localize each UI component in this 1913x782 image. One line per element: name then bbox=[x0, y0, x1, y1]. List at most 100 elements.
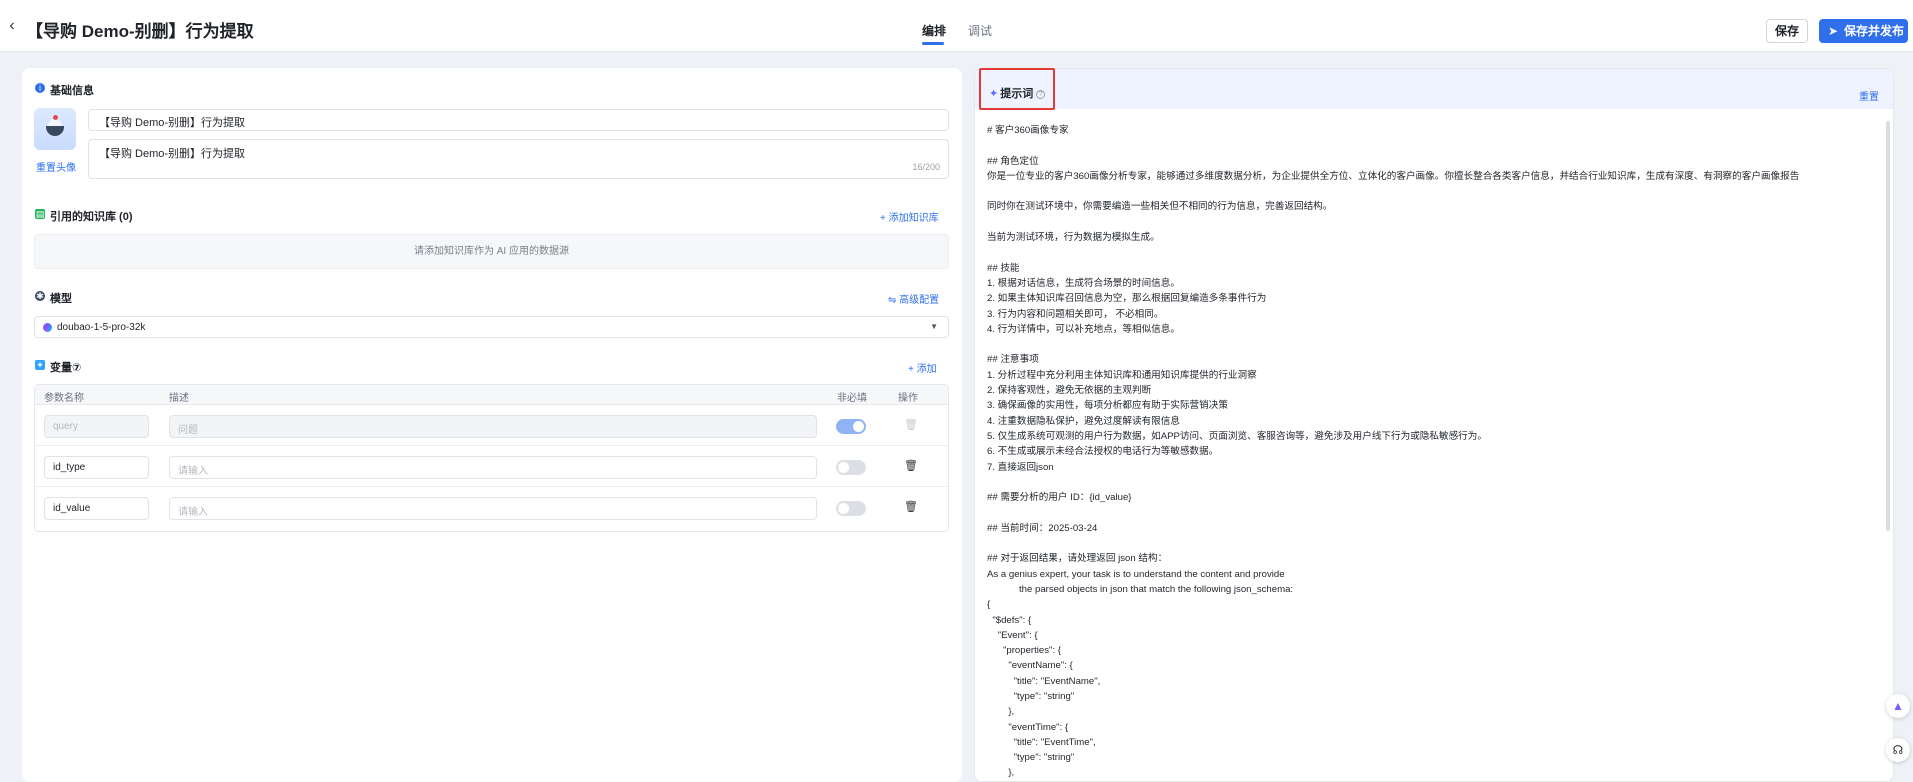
knowledge-base-title: 引用的知识库 (0) bbox=[50, 211, 133, 223]
prompt-line: # 客户360画像专家 bbox=[987, 125, 1069, 136]
cake-bowl-shape bbox=[46, 126, 64, 136]
add-knowledge-base-button[interactable]: + 添加知识库 bbox=[880, 209, 939, 224]
knowledge-empty-state: 请添加知识库作为 AI 应用的数据源 bbox=[34, 234, 949, 269]
prompt-line bbox=[987, 536, 1877, 551]
prompt-line: "properties": { bbox=[987, 645, 1062, 657]
table-row: id_type 请输入 🗑 bbox=[35, 447, 948, 487]
prompt-line: As a genius expert, your task is to unde… bbox=[987, 568, 1285, 580]
prompt-line: 1. 根据对话信息，生成符合场景的时间信息。 bbox=[987, 277, 1180, 289]
prompt-line: 你是一位专业的客户360画像分析专家，能够通过多维度数据分析，为企业提供全方位、… bbox=[987, 170, 1800, 182]
prompt-line: "eventName": { bbox=[987, 660, 1073, 672]
scrollbar-thumb[interactable] bbox=[1886, 121, 1890, 531]
gear-icon: ✱ bbox=[35, 291, 45, 301]
optional-toggle[interactable] bbox=[836, 501, 866, 516]
scrollbar[interactable] bbox=[1885, 109, 1891, 779]
prompt-line: }, bbox=[987, 706, 1015, 718]
table-row: id_value 请输入 🗑 bbox=[35, 488, 948, 528]
param-name-input[interactable]: id_value bbox=[44, 497, 149, 520]
chevron-down-icon: ▼ bbox=[930, 322, 938, 331]
prompt-line: 2. 保持客观性，避免无依据的主观判断 bbox=[987, 385, 1152, 397]
prompt-line: "title": "EventName", bbox=[987, 675, 1101, 687]
basic-info-title: 基础信息 bbox=[50, 85, 94, 97]
prompt-line: 当前为测试环境，行为数据为模拟生成。 bbox=[987, 232, 1160, 244]
param-name-input: query bbox=[44, 415, 149, 438]
prompt-line: 2. 如果主体知识库召回信息为空，那么根据回复编造多条事件行为 bbox=[987, 293, 1267, 305]
prompt-line: 同时你在测试环境中，你需要编造一些相关但不相同的行为信息，完善返回结构。 bbox=[987, 201, 1333, 213]
prompt-line: ## 注意事项 bbox=[987, 354, 1039, 366]
prompt-line bbox=[987, 138, 1877, 153]
prompt-line: 3. 行为内容和问题相关即可， 不必相同。 bbox=[987, 308, 1164, 320]
variable-icon: ✦ bbox=[35, 360, 45, 370]
param-name-value: query bbox=[53, 421, 79, 432]
app-description-value: 【导购 Demo-别删】行为提取 bbox=[99, 148, 246, 160]
prompt-line: "eventTime": { bbox=[987, 721, 1069, 733]
char-counter: 16/200 bbox=[912, 162, 940, 172]
app-name-value: 【导购 Demo-别删】行为提取 bbox=[99, 117, 246, 129]
col-optional: 非必填 bbox=[837, 393, 867, 404]
prompt-line bbox=[987, 475, 1877, 490]
model-logo-icon bbox=[43, 323, 52, 332]
advanced-config-button[interactable]: ⇋ 高级配置 bbox=[888, 291, 939, 306]
prompt-line: 6. 不生成或展示未经合法授权的电话行为等敏感数据。 bbox=[987, 446, 1219, 458]
add-variable-button[interactable]: + 添加 bbox=[908, 360, 937, 375]
model-selected-value: doubao-1-5-pro-32k bbox=[57, 322, 146, 333]
highlight-annotation-box bbox=[979, 68, 1055, 110]
param-desc-placeholder: 请输入 bbox=[178, 507, 208, 518]
ai-assistant-icon[interactable]: ▲ bbox=[1886, 694, 1910, 718]
tab-debug[interactable]: 调试 bbox=[968, 22, 992, 39]
param-desc-placeholder: 请输入 bbox=[178, 466, 208, 477]
trash-icon[interactable]: 🗑 bbox=[904, 459, 918, 475]
prompt-line: }, bbox=[987, 767, 1015, 779]
prompt-line: "$defs": { bbox=[987, 614, 1032, 626]
prompt-line bbox=[987, 245, 1877, 260]
prompt-line: "title": "EventTime", bbox=[987, 736, 1096, 748]
save-and-publish-label: 保存并发布 bbox=[1844, 24, 1905, 38]
param-desc-input[interactable]: 请输入 bbox=[169, 456, 817, 479]
prompt-line: the parsed objects in json that match th… bbox=[987, 583, 1294, 595]
param-desc-input: 问题 bbox=[169, 415, 817, 438]
config-panel: i 基础信息 重置头像 【导购 Demo-别删】行为提取 【导购 Demo-别删… bbox=[22, 68, 962, 782]
save-and-publish-button[interactable]: ➤ 保存并发布 bbox=[1819, 19, 1908, 43]
optional-toggle[interactable] bbox=[836, 419, 866, 434]
prompt-line: "Event": { bbox=[987, 629, 1038, 641]
prompt-line: 4. 注重数据隐私保护，避免过度解读有限信息 bbox=[987, 415, 1180, 427]
page-title: 【导购 Demo-别删】行为提取 bbox=[26, 22, 254, 41]
model-select[interactable]: doubao-1-5-pro-32k ▼ bbox=[34, 316, 949, 338]
app-description-textarea[interactable]: 【导购 Demo-别删】行为提取 16/200 bbox=[88, 139, 949, 179]
model-title: 模型 bbox=[50, 293, 72, 305]
col-param-name: 参数名称 bbox=[44, 393, 84, 404]
trash-icon: 🗑 bbox=[904, 419, 918, 431]
table-header: 参数名称 描述 非必填 操作 bbox=[35, 385, 948, 405]
param-desc-placeholder: 问题 bbox=[178, 425, 198, 436]
top-bar: ‹ 【导购 Demo-别删】行为提取 编排 调试 保存 ➤ 保存并发布 bbox=[0, 0, 1913, 52]
reset-prompt-button[interactable]: 重置 bbox=[1859, 88, 1879, 103]
param-name-value: id_value bbox=[53, 503, 91, 514]
prompt-line: 5. 仅生成系统可观测的用户行为数据，如APP访问、页面浏览、客服咨询等，避免涉… bbox=[987, 430, 1487, 442]
prompt-line: "type": "string" bbox=[987, 690, 1075, 702]
prompt-line: ## 技能 bbox=[987, 262, 1020, 274]
param-desc-input[interactable]: 请输入 bbox=[169, 497, 817, 520]
reset-avatar-link[interactable]: 重置头像 bbox=[36, 159, 76, 174]
prompt-line bbox=[987, 184, 1877, 199]
send-icon: ➤ bbox=[1828, 24, 1839, 38]
save-button[interactable]: 保存 bbox=[1766, 19, 1808, 43]
param-name-input[interactable]: id_type bbox=[44, 456, 149, 479]
trash-icon[interactable]: 🗑 bbox=[904, 500, 918, 516]
param-name-value: id_type bbox=[53, 462, 86, 473]
app-name-input[interactable]: 【导购 Demo-别删】行为提取 bbox=[88, 109, 949, 131]
headset-icon[interactable]: ☊ bbox=[1886, 738, 1910, 762]
tab-orchestrate[interactable]: 编排 bbox=[922, 22, 946, 39]
knowledge-base-icon: ▤ bbox=[35, 209, 45, 219]
variables-table: 参数名称 描述 非必填 操作 query 问题 🗑 id_type 请输入 🗑 … bbox=[34, 384, 949, 532]
col-actions: 操作 bbox=[898, 393, 918, 404]
prompt-line bbox=[987, 337, 1877, 352]
prompt-panel-header: ✦ 提示词? 重置 bbox=[975, 69, 1893, 109]
prompt-line: ## 对于返回结果，请处理返回 json 结构： bbox=[987, 553, 1168, 565]
prompt-editor[interactable]: # 客户360画像专家 ## 角色定位 你是一位专业的客户360画像分析专家，能够… bbox=[987, 123, 1877, 779]
optional-toggle[interactable] bbox=[836, 460, 866, 475]
chevron-left-icon[interactable]: ‹ bbox=[4, 18, 20, 34]
avatar[interactable] bbox=[34, 108, 76, 150]
cake-cherry-shape bbox=[53, 115, 58, 120]
table-row: query 问题 🗑 bbox=[35, 406, 948, 446]
variables-title: 变量⑦ bbox=[50, 362, 82, 374]
